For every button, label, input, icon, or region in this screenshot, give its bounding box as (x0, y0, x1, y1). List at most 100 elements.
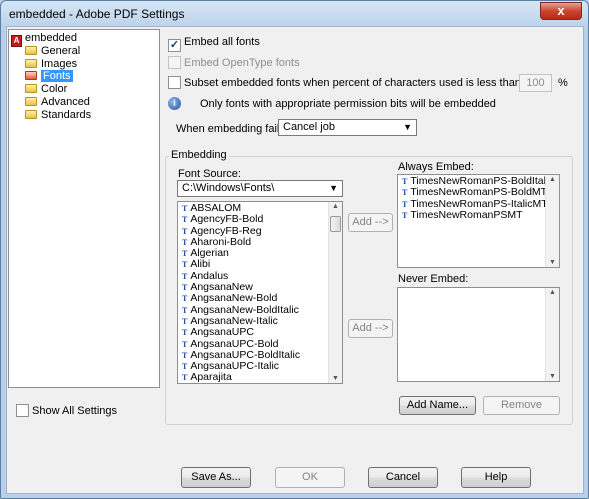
font-name: TimesNewRomanPSMT (410, 208, 523, 221)
font-source-list[interactable]: T ABSALOM T AgencyFB-Bold T AgencyFB-Reg T Ahar… (177, 201, 343, 384)
font-name: Aharoni-Bold (190, 235, 252, 248)
chevron-down-icon: ▼ (403, 122, 412, 132)
scroll-down-icon[interactable]: ▼ (546, 373, 559, 380)
truetype-font-icon: T (182, 249, 188, 259)
embedding-fails-select[interactable]: Cancel job ▼ (278, 119, 417, 136)
truetype-font-icon: T (182, 237, 188, 247)
add-to-never-button: Add --> (348, 319, 393, 338)
font-name: Aparajita (190, 371, 232, 384)
chevron-down-icon: ▼ (329, 183, 338, 193)
font-name: TimesNewRomanPS-ItalicMT (410, 197, 548, 210)
settings-window: embedded - Adobe PDF Settings x Aembedde… (0, 0, 589, 499)
font-name: AngsanaUPC (190, 326, 254, 339)
scroll-up-icon[interactable]: ▲ (546, 289, 559, 296)
tree-item-general[interactable]: General (25, 45, 80, 58)
open-folder-icon (25, 71, 37, 80)
truetype-font-icon: T (182, 328, 188, 338)
percent-unit: % (558, 77, 568, 89)
truetype-font-icon: T (182, 316, 188, 326)
scroll-down-icon[interactable]: ▼ (546, 259, 559, 266)
folder-icon (25, 97, 37, 106)
font-name: AngsanaNew-Italic (190, 314, 278, 327)
truetype-font-icon: T (182, 226, 188, 236)
tree-item-standards[interactable]: Standards (25, 109, 91, 122)
truetype-font-icon: T (402, 177, 408, 186)
folder-icon (25, 59, 37, 68)
font-name: AgencyFB-Bold (190, 213, 264, 226)
truetype-font-icon: T (182, 294, 188, 304)
tree-item-fonts[interactable]: Fonts (25, 70, 73, 83)
permission-info-text: Only fonts with appropriate permission b… (200, 98, 496, 110)
save-as-button[interactable]: Save As... (181, 467, 251, 488)
truetype-font-icon: T (182, 215, 188, 225)
never-embed-list[interactable]: ▲ ▼ (397, 287, 560, 382)
scroll-up-icon[interactable]: ▲ (546, 176, 559, 183)
tree-root-label: embedded (25, 32, 77, 44)
tree-item-label: Images (41, 58, 78, 70)
truetype-font-icon: T (402, 210, 408, 220)
checkmark-icon[interactable]: ✓ (168, 39, 181, 52)
font-source-label: Font Source: (178, 168, 241, 180)
scroll-thumb[interactable] (330, 216, 341, 232)
truetype-font-icon: T (182, 350, 188, 360)
show-all-settings-label: Show All Settings (32, 405, 117, 417)
checkbox-box[interactable] (168, 76, 181, 89)
font-name: AngsanaNew-Bold (190, 292, 278, 305)
folder-icon (25, 84, 37, 93)
font-name: ABSALOM (190, 202, 242, 214)
tree-item-advanced[interactable]: Advanced (25, 96, 90, 109)
always-embed-list[interactable]: T TimesNewRomanPS-BoldItalic T TimesNewRoma… (397, 174, 560, 268)
info-icon: i (168, 97, 181, 110)
subset-fonts-checkbox[interactable]: Subset embedded fonts when percent of ch… (168, 76, 524, 89)
embed-all-fonts-checkbox[interactable]: ✓ Embed all fonts (168, 36, 260, 52)
font-name: AngsanaUPC-BoldItalic (190, 348, 301, 361)
truetype-font-icon: T (182, 283, 188, 293)
truetype-font-icon: T (182, 362, 188, 372)
font-source-value: C:\Windows\Fonts\ (182, 182, 275, 194)
add-name-button[interactable]: Add Name... (399, 396, 476, 415)
font-name: AngsanaUPC-Bold (190, 337, 279, 350)
embed-all-fonts-label: Embed all fonts (184, 36, 260, 48)
truetype-font-icon: T (182, 305, 188, 315)
truetype-font-icon: T (182, 204, 188, 213)
title-bar[interactable]: embedded - Adobe PDF Settings x (1, 1, 588, 27)
tree-item-label: Fonts (41, 70, 73, 82)
font-list-item[interactable]: T TimesNewRomanPSMT (398, 208, 559, 221)
font-source-select[interactable]: C:\Windows\Fonts\ ▼ (177, 180, 343, 197)
checkbox-box[interactable] (16, 404, 29, 417)
pdf-settings-icon: A (11, 35, 22, 47)
scroll-up-icon[interactable]: ▲ (329, 203, 342, 210)
font-name: AngsanaNew (190, 281, 253, 294)
show-all-settings-checkbox[interactable]: Show All Settings (16, 404, 117, 417)
font-name: Andalus (190, 269, 229, 282)
tree-item-color[interactable]: Color (25, 83, 67, 96)
tree-item-label: General (41, 45, 81, 57)
help-button[interactable]: Help (461, 467, 531, 488)
ok-button: OK (275, 467, 345, 488)
cancel-button[interactable]: Cancel (368, 467, 438, 488)
tree-root-embedded[interactable]: Aembedded (11, 32, 77, 47)
font-list-item[interactable]: T Aparajita (178, 372, 342, 383)
tree-item-label: Advanced (41, 96, 90, 108)
embed-opentype-checkbox: Embed OpenType fonts (168, 56, 300, 69)
never-list-scrollbar[interactable]: ▲ ▼ (545, 288, 559, 381)
always-embed-label: Always Embed: (398, 161, 474, 173)
font-list-scrollbar[interactable]: ▲ ▼ (328, 202, 342, 383)
never-embed-label: Never Embed: (398, 273, 469, 285)
tree-item-label: Color (41, 83, 68, 95)
close-button[interactable]: x (540, 2, 582, 20)
font-name: Alibi (190, 258, 211, 271)
font-name: AngsanaUPC-Italic (190, 360, 280, 373)
scroll-down-icon[interactable]: ▼ (329, 375, 342, 382)
checkbox-box (168, 56, 181, 69)
embedding-fails-label: When embedding fails: (176, 123, 288, 135)
subset-fonts-label: Subset embedded fonts when percent of ch… (184, 77, 524, 89)
folder-icon (25, 46, 37, 55)
always-list-scrollbar[interactable]: ▲ ▼ (545, 175, 559, 267)
truetype-font-icon: T (182, 339, 188, 349)
truetype-font-icon: T (182, 373, 188, 383)
truetype-font-icon: T (402, 199, 408, 209)
remove-button: Remove (483, 396, 560, 415)
add-to-always-button: Add --> (348, 213, 393, 232)
truetype-font-icon: T (182, 260, 188, 270)
